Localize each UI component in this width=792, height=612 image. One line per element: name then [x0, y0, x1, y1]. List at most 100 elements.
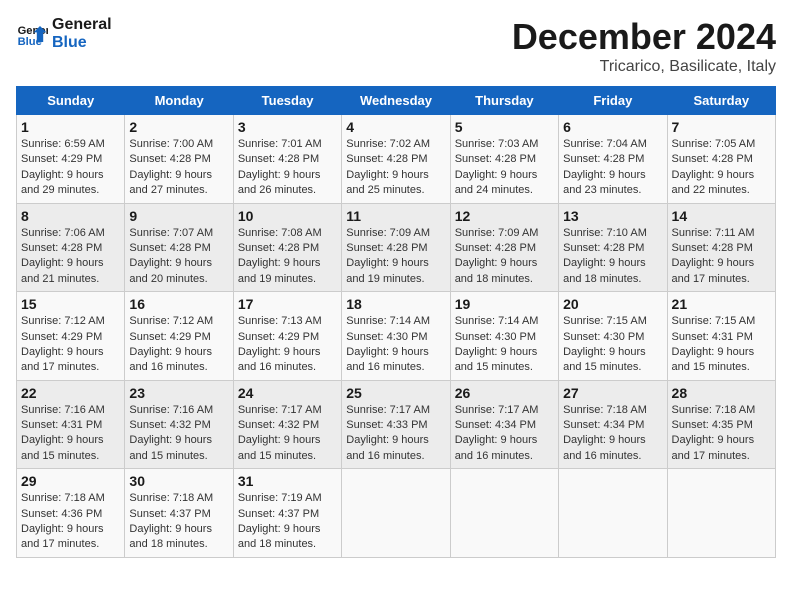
day-cell — [342, 469, 450, 558]
day-info: Sunrise: 7:15 AM Sunset: 4:31 PM Dayligh… — [672, 314, 771, 376]
day-cell: 16 Sunrise: 7:12 AM Sunset: 4:29 PM Dayl… — [125, 292, 233, 381]
day-cell: 1 Sunrise: 6:59 AM Sunset: 4:29 PM Dayli… — [17, 115, 125, 204]
calendar-title: December 2024 — [512, 16, 776, 58]
day-info: Sunrise: 7:01 AM Sunset: 4:28 PM Dayligh… — [238, 137, 337, 199]
day-info: Sunrise: 7:10 AM Sunset: 4:28 PM Dayligh… — [563, 226, 662, 288]
day-number: 12 — [455, 208, 554, 224]
day-cell: 2 Sunrise: 7:00 AM Sunset: 4:28 PM Dayli… — [125, 115, 233, 204]
day-info: Sunrise: 7:16 AM Sunset: 4:32 PM Dayligh… — [129, 403, 228, 465]
day-cell: 9 Sunrise: 7:07 AM Sunset: 4:28 PM Dayli… — [125, 203, 233, 292]
day-info: Sunrise: 7:12 AM Sunset: 4:29 PM Dayligh… — [129, 314, 228, 376]
column-header-thursday: Thursday — [450, 87, 558, 115]
day-cell: 17 Sunrise: 7:13 AM Sunset: 4:29 PM Dayl… — [233, 292, 341, 381]
day-number: 20 — [563, 296, 662, 312]
day-number: 17 — [238, 296, 337, 312]
day-info: Sunrise: 7:05 AM Sunset: 4:28 PM Dayligh… — [672, 137, 771, 199]
day-info: Sunrise: 7:08 AM Sunset: 4:28 PM Dayligh… — [238, 226, 337, 288]
day-info: Sunrise: 7:18 AM Sunset: 4:37 PM Dayligh… — [129, 491, 228, 553]
day-info: Sunrise: 7:17 AM Sunset: 4:32 PM Dayligh… — [238, 403, 337, 465]
day-number: 15 — [21, 296, 120, 312]
day-info: Sunrise: 7:18 AM Sunset: 4:34 PM Dayligh… — [563, 403, 662, 465]
day-info: Sunrise: 7:06 AM Sunset: 4:28 PM Dayligh… — [21, 226, 120, 288]
day-number: 28 — [672, 385, 771, 401]
day-number: 6 — [563, 119, 662, 135]
title-area: December 2024 Tricarico, Basilicate, Ita… — [512, 16, 776, 76]
day-info: Sunrise: 7:18 AM Sunset: 4:35 PM Dayligh… — [672, 403, 771, 465]
day-number: 30 — [129, 473, 228, 489]
day-cell: 30 Sunrise: 7:18 AM Sunset: 4:37 PM Dayl… — [125, 469, 233, 558]
day-number: 3 — [238, 119, 337, 135]
day-info: Sunrise: 7:14 AM Sunset: 4:30 PM Dayligh… — [346, 314, 445, 376]
day-info: Sunrise: 7:17 AM Sunset: 4:33 PM Dayligh… — [346, 403, 445, 465]
week-row-2: 8 Sunrise: 7:06 AM Sunset: 4:28 PM Dayli… — [17, 203, 776, 292]
day-info: Sunrise: 7:07 AM Sunset: 4:28 PM Dayligh… — [129, 226, 228, 288]
day-number: 31 — [238, 473, 337, 489]
day-info: Sunrise: 7:15 AM Sunset: 4:30 PM Dayligh… — [563, 314, 662, 376]
day-cell — [559, 469, 667, 558]
day-number: 1 — [21, 119, 120, 135]
day-number: 16 — [129, 296, 228, 312]
week-row-3: 15 Sunrise: 7:12 AM Sunset: 4:29 PM Dayl… — [17, 292, 776, 381]
day-cell: 22 Sunrise: 7:16 AM Sunset: 4:31 PM Dayl… — [17, 380, 125, 469]
day-info: Sunrise: 7:16 AM Sunset: 4:31 PM Dayligh… — [21, 403, 120, 465]
header-row: SundayMondayTuesdayWednesdayThursdayFrid… — [17, 87, 776, 115]
day-info: Sunrise: 7:19 AM Sunset: 4:37 PM Dayligh… — [238, 491, 337, 553]
day-number: 27 — [563, 385, 662, 401]
day-cell — [667, 469, 775, 558]
logo-blue: Blue — [52, 34, 112, 52]
day-info: Sunrise: 7:13 AM Sunset: 4:29 PM Dayligh… — [238, 314, 337, 376]
day-number: 29 — [21, 473, 120, 489]
day-number: 10 — [238, 208, 337, 224]
day-info: Sunrise: 7:04 AM Sunset: 4:28 PM Dayligh… — [563, 137, 662, 199]
day-number: 25 — [346, 385, 445, 401]
column-header-sunday: Sunday — [17, 87, 125, 115]
day-info: Sunrise: 7:11 AM Sunset: 4:28 PM Dayligh… — [672, 226, 771, 288]
calendar-table: SundayMondayTuesdayWednesdayThursdayFrid… — [16, 86, 776, 558]
logo: General Blue General Blue — [16, 16, 112, 51]
column-header-wednesday: Wednesday — [342, 87, 450, 115]
day-cell: 6 Sunrise: 7:04 AM Sunset: 4:28 PM Dayli… — [559, 115, 667, 204]
day-number: 18 — [346, 296, 445, 312]
logo-icon: General Blue — [16, 18, 48, 50]
calendar-subtitle: Tricarico, Basilicate, Italy — [512, 58, 776, 76]
day-info: Sunrise: 7:00 AM Sunset: 4:28 PM Dayligh… — [129, 137, 228, 199]
day-cell: 27 Sunrise: 7:18 AM Sunset: 4:34 PM Dayl… — [559, 380, 667, 469]
page-header: General Blue General Blue December 2024 … — [16, 16, 776, 76]
day-info: Sunrise: 7:17 AM Sunset: 4:34 PM Dayligh… — [455, 403, 554, 465]
day-cell: 21 Sunrise: 7:15 AM Sunset: 4:31 PM Dayl… — [667, 292, 775, 381]
column-header-friday: Friday — [559, 87, 667, 115]
day-info: Sunrise: 7:14 AM Sunset: 4:30 PM Dayligh… — [455, 314, 554, 376]
day-cell — [450, 469, 558, 558]
day-cell: 15 Sunrise: 7:12 AM Sunset: 4:29 PM Dayl… — [17, 292, 125, 381]
day-cell: 25 Sunrise: 7:17 AM Sunset: 4:33 PM Dayl… — [342, 380, 450, 469]
day-cell: 24 Sunrise: 7:17 AM Sunset: 4:32 PM Dayl… — [233, 380, 341, 469]
day-cell: 18 Sunrise: 7:14 AM Sunset: 4:30 PM Dayl… — [342, 292, 450, 381]
day-number: 22 — [21, 385, 120, 401]
day-number: 11 — [346, 208, 445, 224]
day-number: 13 — [563, 208, 662, 224]
day-info: Sunrise: 7:12 AM Sunset: 4:29 PM Dayligh… — [21, 314, 120, 376]
day-number: 19 — [455, 296, 554, 312]
day-cell: 3 Sunrise: 7:01 AM Sunset: 4:28 PM Dayli… — [233, 115, 341, 204]
day-number: 21 — [672, 296, 771, 312]
day-number: 8 — [21, 208, 120, 224]
day-cell: 26 Sunrise: 7:17 AM Sunset: 4:34 PM Dayl… — [450, 380, 558, 469]
day-number: 24 — [238, 385, 337, 401]
day-number: 23 — [129, 385, 228, 401]
day-number: 5 — [455, 119, 554, 135]
day-cell: 19 Sunrise: 7:14 AM Sunset: 4:30 PM Dayl… — [450, 292, 558, 381]
week-row-1: 1 Sunrise: 6:59 AM Sunset: 4:29 PM Dayli… — [17, 115, 776, 204]
day-cell: 10 Sunrise: 7:08 AM Sunset: 4:28 PM Dayl… — [233, 203, 341, 292]
day-cell: 13 Sunrise: 7:10 AM Sunset: 4:28 PM Dayl… — [559, 203, 667, 292]
day-number: 26 — [455, 385, 554, 401]
day-number: 4 — [346, 119, 445, 135]
day-cell: 7 Sunrise: 7:05 AM Sunset: 4:28 PM Dayli… — [667, 115, 775, 204]
week-row-4: 22 Sunrise: 7:16 AM Sunset: 4:31 PM Dayl… — [17, 380, 776, 469]
day-cell: 4 Sunrise: 7:02 AM Sunset: 4:28 PM Dayli… — [342, 115, 450, 204]
day-info: Sunrise: 6:59 AM Sunset: 4:29 PM Dayligh… — [21, 137, 120, 199]
day-cell: 31 Sunrise: 7:19 AM Sunset: 4:37 PM Dayl… — [233, 469, 341, 558]
day-cell: 20 Sunrise: 7:15 AM Sunset: 4:30 PM Dayl… — [559, 292, 667, 381]
day-info: Sunrise: 7:09 AM Sunset: 4:28 PM Dayligh… — [455, 226, 554, 288]
day-number: 9 — [129, 208, 228, 224]
logo-general: General — [52, 16, 112, 34]
